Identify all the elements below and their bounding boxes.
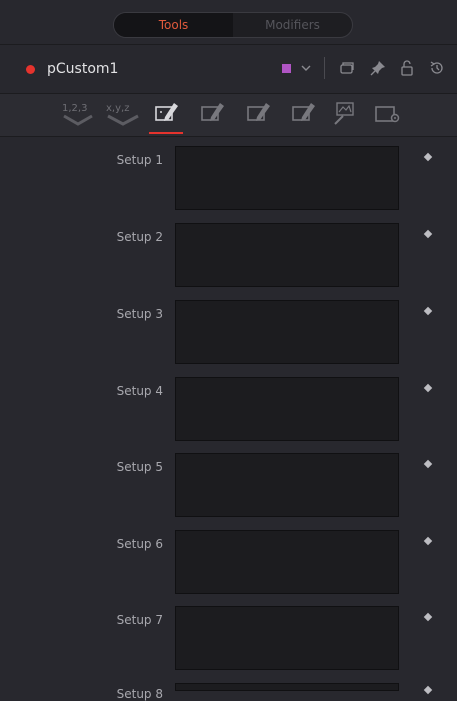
setup-8-field[interactable] <box>175 683 399 691</box>
setup-2-label: Setup 2 <box>116 230 163 244</box>
settings-tab-icon[interactable] <box>373 100 403 128</box>
header-separator <box>324 57 325 79</box>
lock-icon[interactable] <box>398 59 416 77</box>
inspector-panel: Tools Modifiers pCustom1 1,2,3 x,y,z Set… <box>0 0 457 701</box>
tab-numbers[interactable]: 1,2,3 <box>62 100 94 128</box>
setup-7-field[interactable] <box>175 606 399 670</box>
setup-5-label: Setup 5 <box>116 460 163 474</box>
tab-position-label: x,y,z <box>106 103 130 114</box>
tool-color-swatch[interactable] <box>282 64 291 73</box>
setup-5-field[interactable] <box>175 453 399 517</box>
setup-script-tab-icon[interactable] <box>153 100 181 128</box>
setup-3-label: Setup 3 <box>116 307 163 321</box>
divider <box>0 44 457 45</box>
inspector-tabs-bar: Tools Modifiers <box>0 0 457 44</box>
script-tab-icon[interactable] <box>245 100 273 128</box>
reset-icon[interactable] <box>428 59 446 77</box>
tab-tools[interactable]: Tools <box>114 13 233 37</box>
setup-1-label: Setup 1 <box>116 153 163 167</box>
setup-6-field[interactable] <box>175 530 399 594</box>
image-tab-icon[interactable] <box>331 100 359 128</box>
pin-icon[interactable] <box>369 59 387 77</box>
tab-numbers-label: 1,2,3 <box>62 103 88 114</box>
tool-enable-dot-icon[interactable] <box>26 65 35 74</box>
tools-modifiers-switch: Tools Modifiers <box>113 12 353 38</box>
setup-3-field[interactable] <box>175 300 399 364</box>
control-page-tabs: 1,2,3 x,y,z <box>0 94 457 136</box>
active-tab-indicator <box>149 132 183 134</box>
setup-7-label: Setup 7 <box>116 613 163 627</box>
script-tab-icon[interactable] <box>290 100 318 128</box>
setup-4-field[interactable] <box>175 377 399 441</box>
setup-4-label: Setup 4 <box>116 384 163 398</box>
tab-position[interactable]: x,y,z <box>106 100 140 128</box>
chevron-down-icon[interactable] <box>299 58 313 78</box>
setup-6-label: Setup 6 <box>116 537 163 551</box>
setup-2-field[interactable] <box>175 223 399 287</box>
script-tab-icon[interactable] <box>199 100 227 128</box>
tool-header[interactable]: pCustom1 <box>0 53 457 85</box>
setup-1-field[interactable] <box>175 146 399 210</box>
tool-name: pCustom1 <box>47 61 119 77</box>
numbers-tab-icon <box>63 114 93 126</box>
tab-modifiers[interactable]: Modifiers <box>233 13 352 37</box>
setup-8-label: Setup 8 <box>116 687 163 701</box>
versions-icon[interactable] <box>338 59 356 77</box>
position-tab-icon <box>107 114 139 126</box>
